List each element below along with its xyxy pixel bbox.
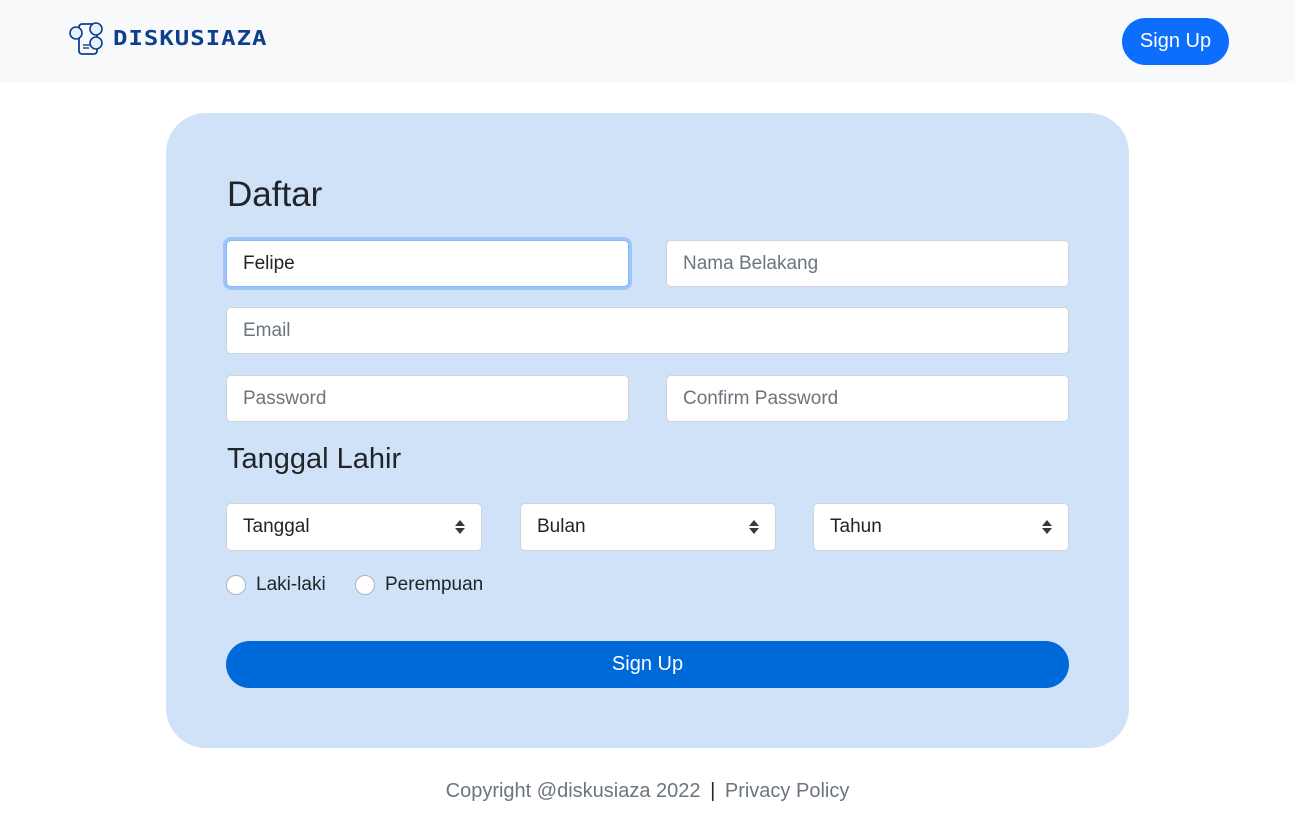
- password-input[interactable]: [226, 375, 629, 422]
- first-name-input[interactable]: [226, 240, 629, 287]
- gender-male-option[interactable]: Laki-laki: [226, 574, 326, 596]
- gender-male-radio[interactable]: [226, 575, 246, 595]
- day-select[interactable]: Tanggal: [226, 503, 482, 551]
- gender-male-label: Laki-laki: [256, 574, 326, 595]
- chat-bubbles-phone-icon: [69, 22, 103, 55]
- gender-female-label: Perempuan: [385, 574, 484, 595]
- nav-signup-button[interactable]: Sign Up: [1122, 18, 1229, 65]
- privacy-policy-link[interactable]: Privacy Policy: [725, 780, 849, 802]
- select-arrows-icon: [455, 519, 465, 535]
- gender-female-radio[interactable]: [355, 575, 375, 595]
- copyright-text: Copyright @diskusiaza 2022: [445, 780, 701, 802]
- brand-logo[interactable]: DISKUSIAZA: [67, 18, 268, 58]
- signup-card: Daftar Tanggal Lahir Tanggal Bulan Tahun…: [166, 113, 1129, 748]
- footer: Copyright @diskusiaza 2022 | Privacy Pol…: [0, 780, 1295, 803]
- select-arrows-icon: [749, 519, 759, 535]
- month-select[interactable]: Bulan: [520, 503, 776, 551]
- day-select-value: Tanggal: [243, 516, 310, 537]
- year-select-value: Tahun: [830, 516, 882, 537]
- footer-separator: |: [710, 780, 716, 802]
- email-input[interactable]: [226, 307, 1069, 354]
- gender-female-option[interactable]: Perempuan: [355, 574, 483, 596]
- month-select-value: Bulan: [537, 516, 586, 537]
- brand-name: DISKUSIAZA: [113, 26, 268, 50]
- last-name-input[interactable]: [666, 240, 1069, 287]
- form-title: Daftar: [227, 175, 323, 214]
- select-arrows-icon: [1042, 519, 1052, 535]
- navbar: DISKUSIAZA Sign Up: [0, 0, 1295, 83]
- submit-signup-button[interactable]: Sign Up: [226, 641, 1069, 688]
- confirm-password-input[interactable]: [666, 375, 1069, 422]
- year-select[interactable]: Tahun: [813, 503, 1069, 551]
- birth-date-title: Tanggal Lahir: [227, 443, 402, 475]
